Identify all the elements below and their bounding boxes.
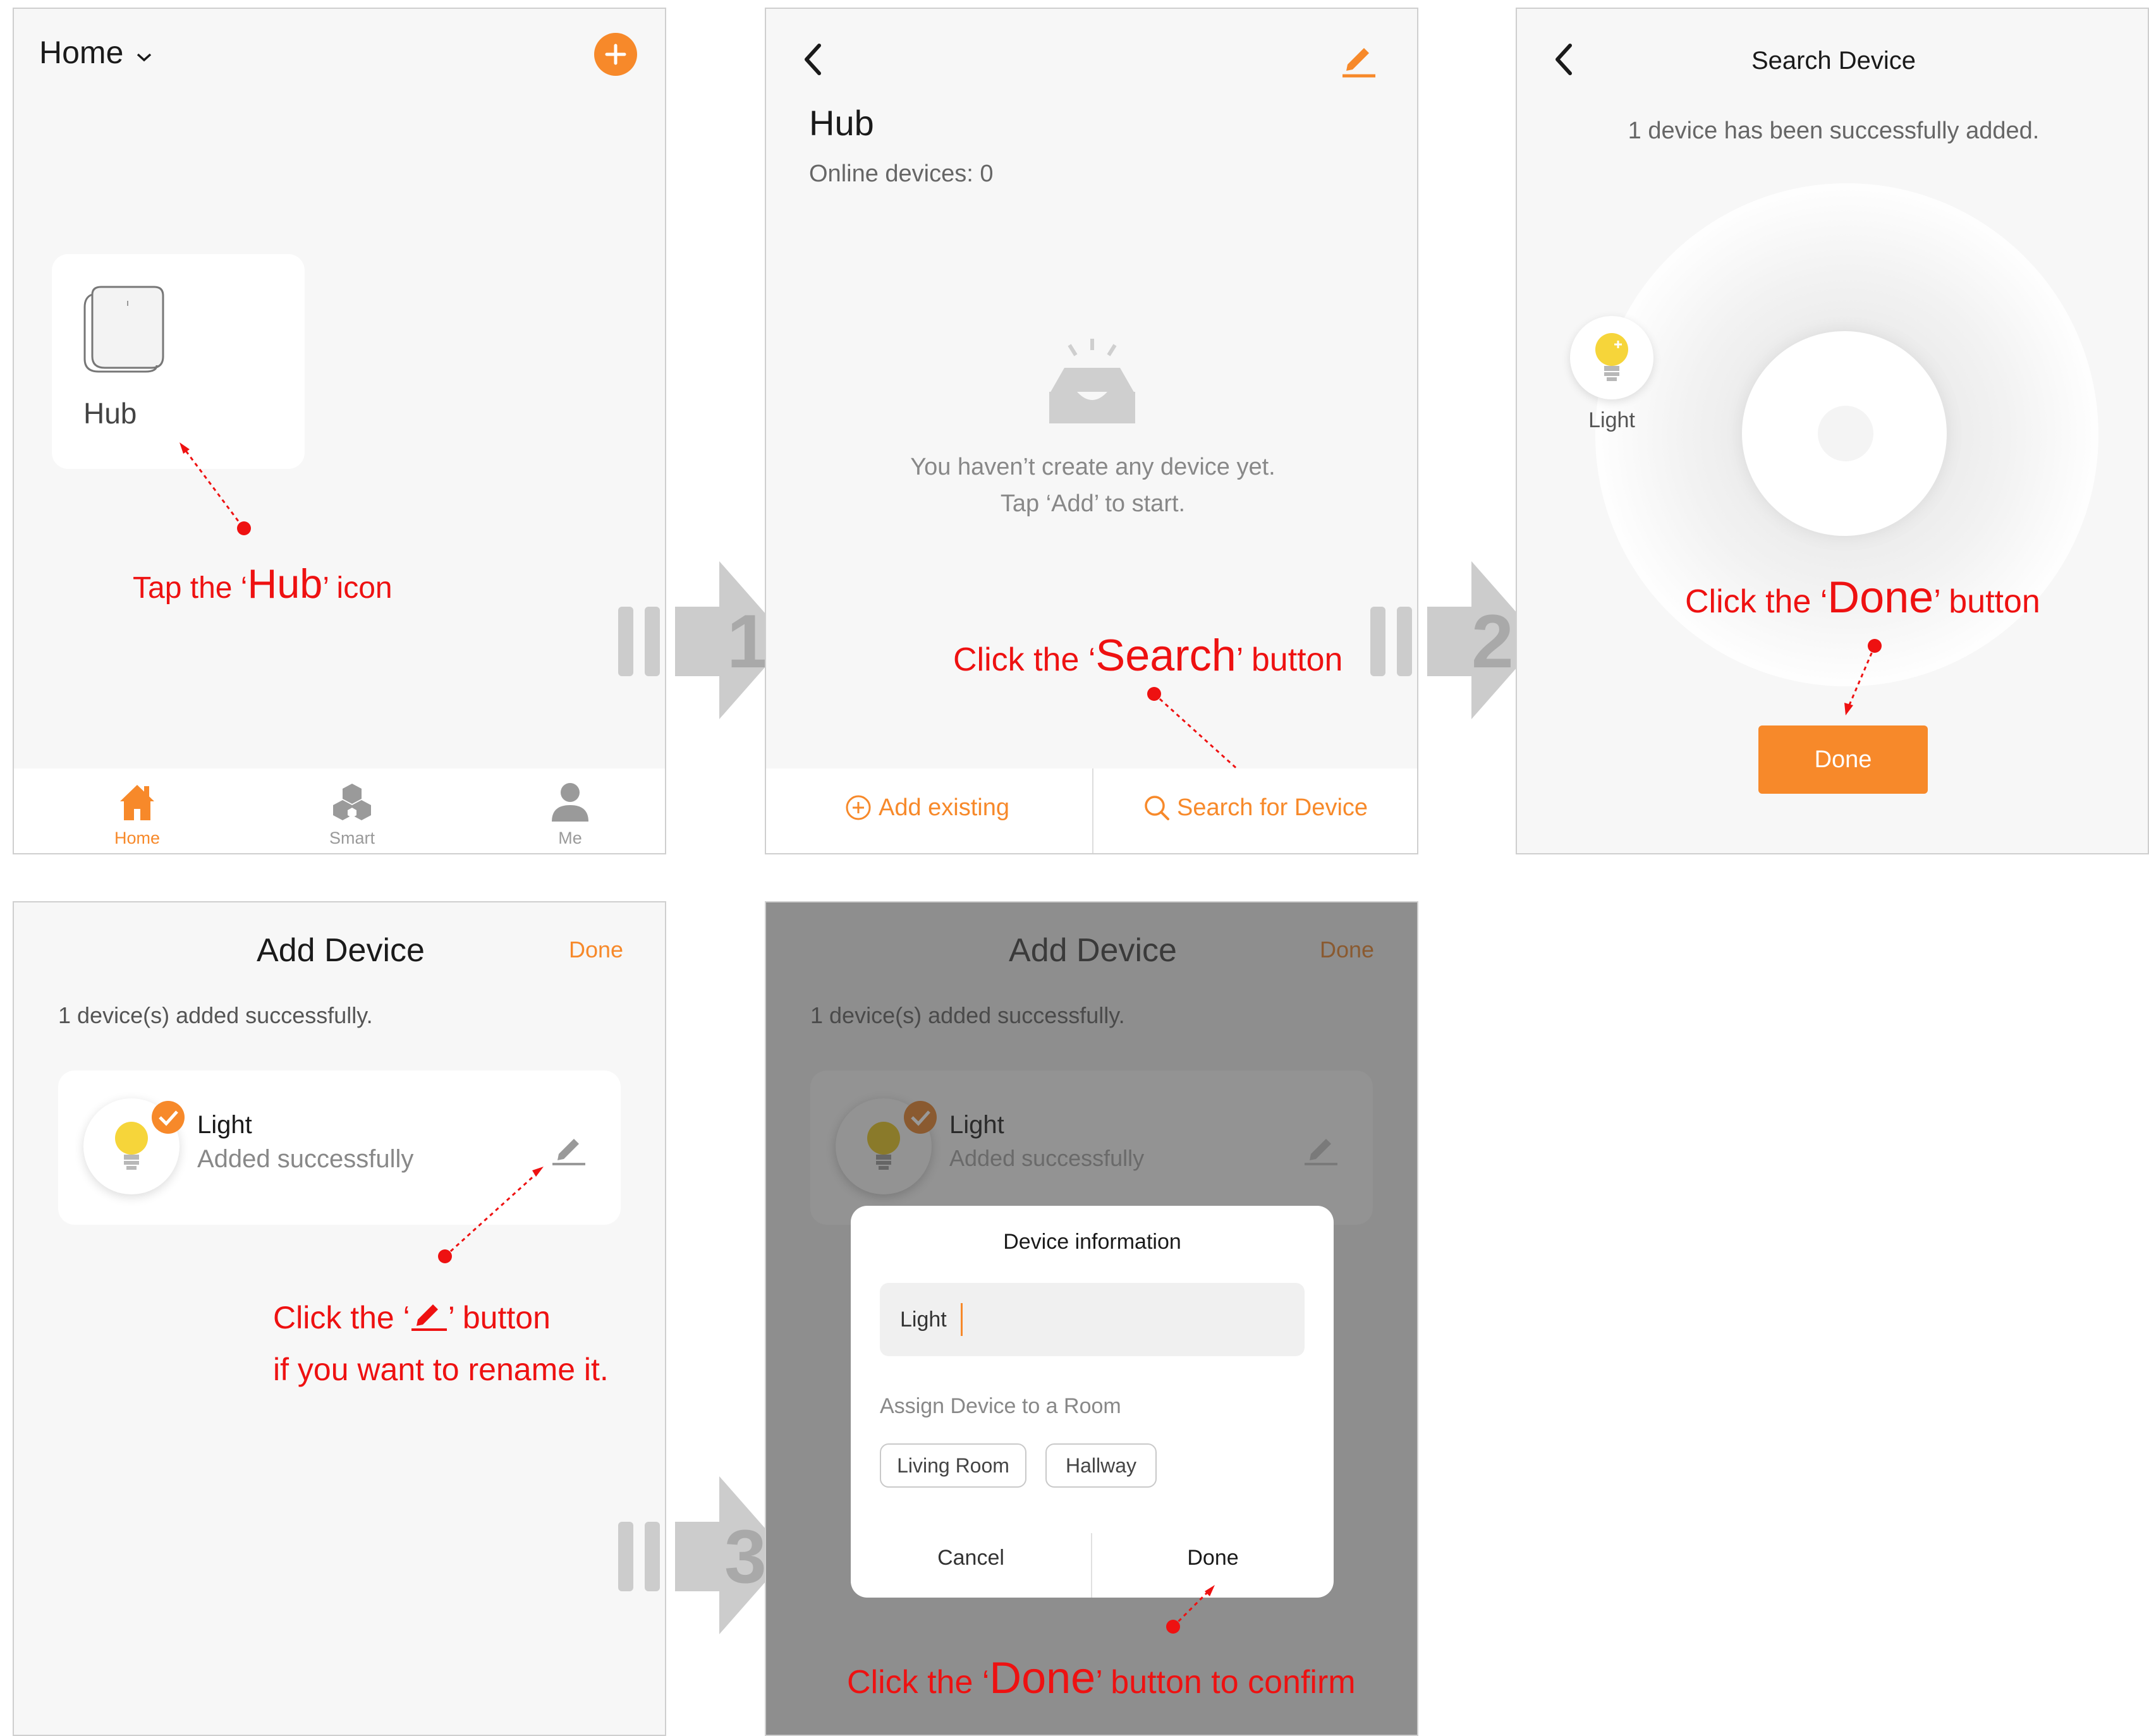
bottom-bar: Add existing Search for Device xyxy=(766,768,1417,853)
annotation-rename: Click the ‘ ’ button if you want to renam… xyxy=(273,1292,609,1395)
arrow-bar xyxy=(1397,607,1412,676)
search-device-label: Search for Device xyxy=(1177,794,1368,821)
ann-text: ’ button xyxy=(447,1300,551,1335)
tab-home-label: Home xyxy=(114,829,161,847)
divider xyxy=(1092,768,1093,853)
smart-icon xyxy=(333,784,371,820)
pointer-line xyxy=(438,1167,544,1263)
search-device-button[interactable]: Search for Device xyxy=(1143,794,1368,822)
arrow-bar xyxy=(645,1522,660,1591)
annotation-rename-line2: if you want to rename it. xyxy=(273,1352,609,1387)
screen-search-device: Search Device 1 device has been successf… xyxy=(1516,8,2149,854)
screen-add-device: Add Device Done 1 device(s) added succes… xyxy=(13,901,666,1736)
step-number-1: 1 xyxy=(727,599,769,684)
annotation-confirm: Click the ‘Done’ button to confirm xyxy=(847,1652,1356,1703)
pencil-icon xyxy=(411,1304,447,1331)
plus-circle-icon xyxy=(846,795,871,820)
ann-text: ’ icon xyxy=(322,571,393,605)
pointer-line xyxy=(178,442,251,535)
ann-key: Done xyxy=(989,1653,1096,1703)
tab-me[interactable]: Me xyxy=(523,780,618,848)
ann-text: ’ button to confirm xyxy=(1095,1664,1356,1701)
arrow-bar xyxy=(645,607,660,676)
step-number-3: 3 xyxy=(724,1514,767,1599)
done-button[interactable]: Done xyxy=(1758,725,1928,794)
arrow-bar xyxy=(1370,607,1385,676)
pointer-line xyxy=(1147,687,1253,784)
home-icon xyxy=(120,785,154,820)
ann-key: Hub xyxy=(247,561,323,607)
arrow-bar xyxy=(618,1522,633,1591)
screen-home: Home Hub Tap the ‘Hub’ icon Home Smart M… xyxy=(13,8,666,854)
tab-bar: Home Smart Me xyxy=(14,768,665,853)
ann-text: Tap the ‘ xyxy=(133,571,248,605)
add-existing-label: Add existing xyxy=(879,794,1010,821)
tab-smart-label: Smart xyxy=(329,829,375,847)
screen-device-info: Add Device Done 1 device(s) added succes… xyxy=(765,901,1418,1736)
ann-text: Click the ‘ xyxy=(847,1664,990,1701)
person-icon xyxy=(552,783,588,822)
annotation-rename-line1: Click the ‘ ’ button xyxy=(273,1292,609,1344)
tab-home[interactable]: Home xyxy=(90,780,185,848)
add-existing-button[interactable]: Add existing xyxy=(844,794,1009,822)
ann-text: Click the ‘ xyxy=(273,1300,410,1335)
tab-me-label: Me xyxy=(558,829,582,847)
tab-smart[interactable]: Smart xyxy=(305,780,399,848)
pointer-line xyxy=(1166,1585,1215,1634)
step-number-2: 2 xyxy=(1471,599,1514,684)
annotation-tap-hub: Tap the ‘Hub’ icon xyxy=(133,560,393,607)
screen-hub: Hub Online devices: 0 You haven’t create… xyxy=(765,8,1418,854)
search-icon xyxy=(1145,796,1169,820)
arrow-bar xyxy=(618,607,633,676)
